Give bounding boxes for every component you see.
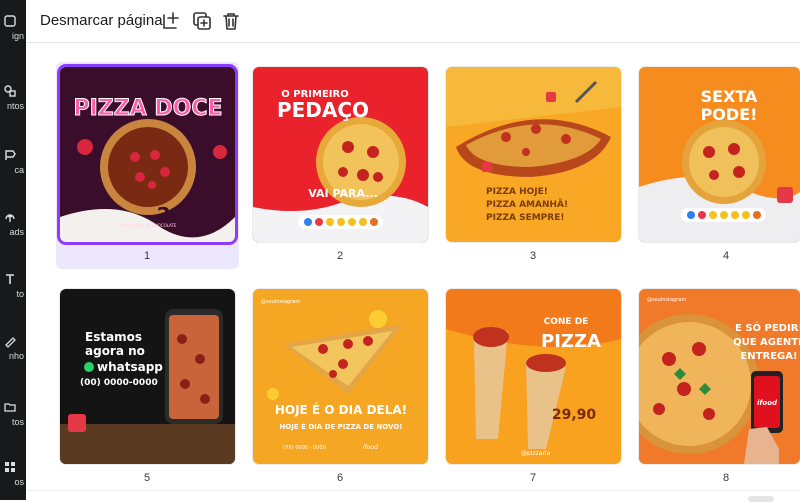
delete-page-button[interactable] — [219, 9, 243, 33]
deselect-page-button[interactable]: Desmarcar página — [40, 12, 163, 29]
sidebar-item-label: ign — [11, 31, 24, 41]
apps-icon — [5, 462, 15, 472]
duplicate-icon — [193, 12, 211, 30]
app-text: ifood — [757, 399, 778, 407]
headline-text: HOJE É O DIA DELA! — [275, 402, 407, 417]
line2-text: PIZZA AMANHÃ! — [486, 199, 568, 210]
primeiro-pedaco-design: O PRIMEIRO PEDAÇO VAI PARA... — [253, 67, 428, 242]
handle-text: @pizzaria — [521, 450, 551, 457]
price-text: 29,90 — [552, 407, 597, 423]
page-number: 7 — [529, 472, 537, 484]
sidebar-item-marca[interactable]: ca — [0, 148, 26, 188]
folder-icon — [4, 403, 16, 412]
so-pedir-design: @seuinstagram E SÓ PEDIR! QUE AGENTE ENT… — [639, 289, 800, 464]
sidebar: ign ntos ca ads to nho tos os — [0, 0, 26, 500]
pizza-doce-design: PIZZA DOCE 29,90 COM CALDA DE CHOCOLATE — [60, 67, 235, 242]
phone-text: (00) 0000-0000 — [80, 378, 158, 388]
dia-dela-design: @seuinstagram HOJE É O DIA DELA! HOJE É … — [253, 289, 428, 464]
page-thumbnail-2[interactable]: O PRIMEIRO PEDAÇO VAI PARA... — [253, 67, 428, 242]
sidebar-item-label: os — [14, 477, 24, 487]
page-number: 4 — [722, 250, 730, 262]
handle-text: @seuinstagram — [647, 297, 686, 303]
sidebar-item-apps[interactable]: os — [0, 460, 26, 500]
page-thumbnail-5[interactable]: Estamos agora no whatsapp (00) 0000-0000 — [60, 289, 235, 464]
app-text: ifood — [363, 444, 378, 451]
headline-text: E SÓ PEDIR! — [735, 321, 800, 334]
headline2-text: agora no — [85, 344, 145, 358]
sidebar-item-label: ca — [14, 165, 24, 175]
sub-text: COM CALDA DE CHOCOLATE — [120, 223, 177, 228]
headline3-text: ENTREGA! — [740, 351, 797, 362]
page-number: 6 — [336, 472, 344, 484]
duplicate-page-button[interactable] — [190, 9, 214, 33]
headline-text: SEXTA — [701, 87, 758, 106]
cone-pizza-design: CONE DE PIZZA 29,90 @pizzaria — [446, 289, 621, 464]
layout-icon — [4, 15, 16, 27]
headline2-text: PODE! — [701, 105, 758, 124]
brand-icon — [5, 150, 16, 160]
add-page-button[interactable] — [159, 9, 183, 33]
bottom-scroll-area — [26, 490, 800, 500]
add-page-icon — [163, 12, 179, 29]
sidebar-item-desenho[interactable]: nho — [0, 334, 26, 374]
sidebar-item-elementos[interactable]: ntos — [0, 84, 26, 124]
page-number: 1 — [143, 250, 151, 262]
headline2-text: QUE AGENTE — [733, 337, 800, 348]
page-thumbnail-7[interactable]: CONE DE PIZZA 29,90 @pizzaria — [446, 289, 621, 464]
trash-icon — [223, 13, 239, 30]
page-thumbnail-8[interactable]: @seuinstagram E SÓ PEDIR! QUE AGENTE ENT… — [639, 289, 800, 464]
sidebar-item-label: ads — [9, 227, 24, 237]
upload-icon — [5, 214, 15, 222]
sidebar-item-projetos[interactable]: tos — [0, 400, 26, 440]
headline2-text: PEDAÇO — [277, 98, 369, 122]
pizza-sempre-design: PIZZA HOJE! PIZZA AMANHÃ! PIZZA SEMPRE! — [446, 67, 621, 242]
app-text: whatsapp — [97, 360, 163, 374]
scrollbar-thumb[interactable] — [748, 496, 774, 502]
page-number: 5 — [143, 472, 151, 484]
whatsapp-design: Estamos agora no whatsapp (00) 0000-0000 — [60, 289, 235, 464]
headline-text: PIZZA DOCE — [73, 96, 222, 121]
handle-text: @seuinstagram — [261, 299, 300, 305]
sidebar-item-label: tos — [11, 417, 24, 427]
sidebar-item-uploads[interactable]: ads — [0, 210, 26, 250]
page-number: 3 — [529, 250, 537, 262]
line1-text: PIZZA HOJE! — [486, 187, 548, 197]
sidebar-item-texto[interactable]: to — [0, 272, 26, 312]
headline-text: Estamos — [85, 330, 142, 344]
headline2-text: PIZZA — [541, 331, 601, 352]
sidebar-item-label: ntos — [6, 101, 24, 111]
shapes-icon — [4, 85, 16, 97]
tagline-text: VAI PARA... — [308, 187, 378, 200]
headline-text: CONE DE — [544, 317, 589, 327]
sexta-pode-design: SEXTA PODE! — [639, 67, 800, 242]
sidebar-item-design[interactable]: ign — [0, 14, 26, 54]
page-thumbnail-1[interactable]: PIZZA DOCE 29,90 COM CALDA DE CHOCOLATE — [60, 67, 235, 242]
page-number: 2 — [336, 250, 344, 262]
sidebar-item-label: to — [16, 289, 24, 299]
page-number: 8 — [722, 472, 730, 484]
sidebar-item-label: nho — [8, 351, 24, 361]
page-thumbnail-3[interactable]: PIZZA HOJE! PIZZA AMANHÃ! PIZZA SEMPRE! — [446, 67, 621, 242]
phone-text: (XX) 0000 - 0000 — [283, 445, 326, 451]
page-thumbnail-4[interactable]: SEXTA PODE! — [639, 67, 800, 242]
page-thumbnail-6[interactable]: @seuinstagram HOJE É O DIA DELA! HOJE É … — [253, 289, 428, 464]
text-icon — [6, 274, 14, 284]
page-toolbar: Desmarcar página — [26, 0, 800, 43]
sub-text: HOJE É DIA DE PIZZA DE NOVO! — [280, 422, 403, 431]
line3-text: PIZZA SEMPRE! — [486, 213, 564, 223]
draw-icon — [5, 337, 16, 348]
